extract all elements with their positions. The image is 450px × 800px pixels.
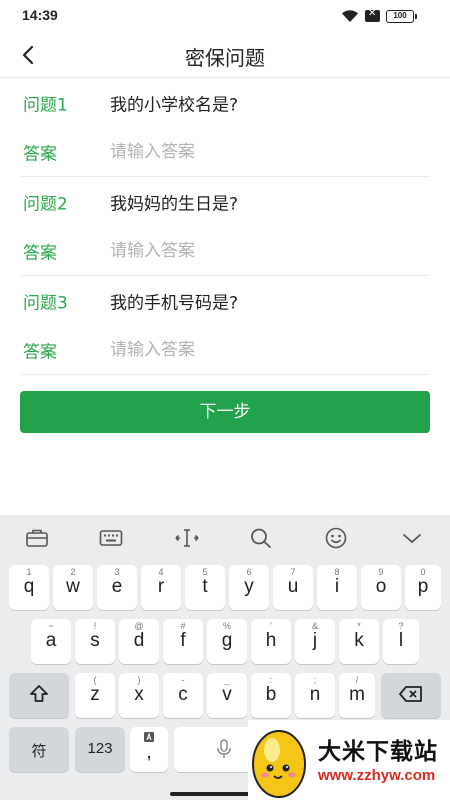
status-bar: 14:39 100 — [0, 0, 450, 32]
numbers-key[interactable]: 123 — [75, 727, 125, 772]
status-icons: 100 — [341, 8, 417, 24]
answer-label: 答案 — [23, 144, 57, 165]
key-q[interactable]: 1q — [9, 565, 49, 610]
briefcase-icon[interactable] — [25, 527, 49, 549]
question-label: 问题3 — [23, 293, 68, 314]
key-h[interactable]: ' h — [251, 619, 291, 664]
key-n[interactable]: ; n — [295, 673, 335, 718]
answer-row-1: 答案 — [20, 128, 430, 177]
next-step-button[interactable]: 下一步 — [20, 391, 430, 433]
key-u[interactable]: 7u — [273, 565, 313, 610]
key-s[interactable]: ! s — [75, 619, 115, 664]
question-text: 我妈妈的生日是? — [110, 194, 239, 215]
question-text: 我的小学校名是? — [110, 95, 239, 116]
answer-label: 答案 — [23, 342, 57, 363]
watermark-url: www.zzhyw.com — [318, 767, 436, 784]
nav-bar: 密保问题 — [0, 32, 450, 78]
key-i[interactable]: 8i — [317, 565, 357, 610]
search-icon[interactable] — [249, 527, 273, 549]
question-row-2: 问题2 我妈妈的生日是? — [20, 177, 430, 227]
battery-icon: 100 — [386, 9, 417, 23]
watermark-title: 大米下载站 — [318, 739, 438, 765]
key-l[interactable]: ? l — [383, 619, 419, 664]
emoji-icon[interactable] — [324, 527, 348, 549]
key-g[interactable]: % g — [207, 619, 247, 664]
key-j[interactable]: & j — [295, 619, 335, 664]
question-row-1: 问题1 我的小学校名是? — [20, 78, 430, 128]
key-z[interactable]: (z — [75, 673, 115, 718]
key-x[interactable]: ) x — [119, 673, 159, 718]
key-d[interactable]: @ d — [119, 619, 159, 664]
key-v[interactable]: _ v — [207, 673, 247, 718]
keyboard-toolbar — [0, 515, 450, 559]
key-m[interactable]: / m — [339, 673, 375, 718]
watermark: 大米下载站 www.zzhyw.com — [248, 720, 450, 800]
security-question-form: 问题1 我的小学校名是? 答案 问题2 我妈妈的生日是? 答案 问题3 我的手机… — [0, 78, 450, 375]
key-o[interactable]: 9o — [361, 565, 401, 610]
wifi-icon — [341, 9, 359, 23]
key-b[interactable]: :b — [251, 673, 291, 718]
status-time: 14:39 — [22, 7, 58, 23]
question-row-3: 问题3 我的手机号码是? — [20, 276, 430, 326]
backspace-icon — [381, 684, 441, 708]
comma-key[interactable]: , — [130, 727, 168, 772]
key-r[interactable]: 4r — [141, 565, 181, 610]
page-title: 密保问题 — [185, 46, 265, 70]
symbols-key[interactable]: 符 — [9, 727, 69, 772]
key-y[interactable]: 6y — [229, 565, 269, 610]
egg-mascot-logo — [248, 722, 310, 800]
sim-off-icon — [365, 8, 380, 22]
key-c[interactable]: -c — [163, 673, 203, 718]
key-w[interactable]: 2w — [53, 565, 93, 610]
keyboard-icon[interactable] — [99, 527, 123, 549]
question-label: 问题2 — [23, 194, 68, 215]
key-t[interactable]: 5t — [185, 565, 225, 610]
key-a[interactable]: ~ a — [31, 619, 71, 664]
answer-input-1[interactable] — [110, 141, 430, 162]
key-e[interactable]: 3e — [97, 565, 137, 610]
key-p[interactable]: 0p — [405, 565, 441, 610]
question-label: 问题1 — [23, 95, 68, 116]
answer-row-2: 答案 — [20, 227, 430, 276]
shift-key[interactable] — [9, 673, 69, 718]
key-k[interactable]: * k — [339, 619, 379, 664]
answer-label: 答案 — [23, 243, 57, 264]
answer-input-3[interactable] — [110, 339, 430, 360]
backspace-key[interactable] — [381, 673, 441, 718]
cursor-move-icon[interactable] — [174, 527, 199, 549]
shift-icon — [9, 684, 69, 708]
key-f[interactable]: # f — [163, 619, 203, 664]
answer-input-2[interactable] — [110, 240, 430, 261]
chevron-down-icon[interactable] — [400, 527, 424, 549]
answer-row-3: 答案 — [20, 326, 430, 375]
question-text: 我的手机号码是? — [110, 293, 239, 314]
